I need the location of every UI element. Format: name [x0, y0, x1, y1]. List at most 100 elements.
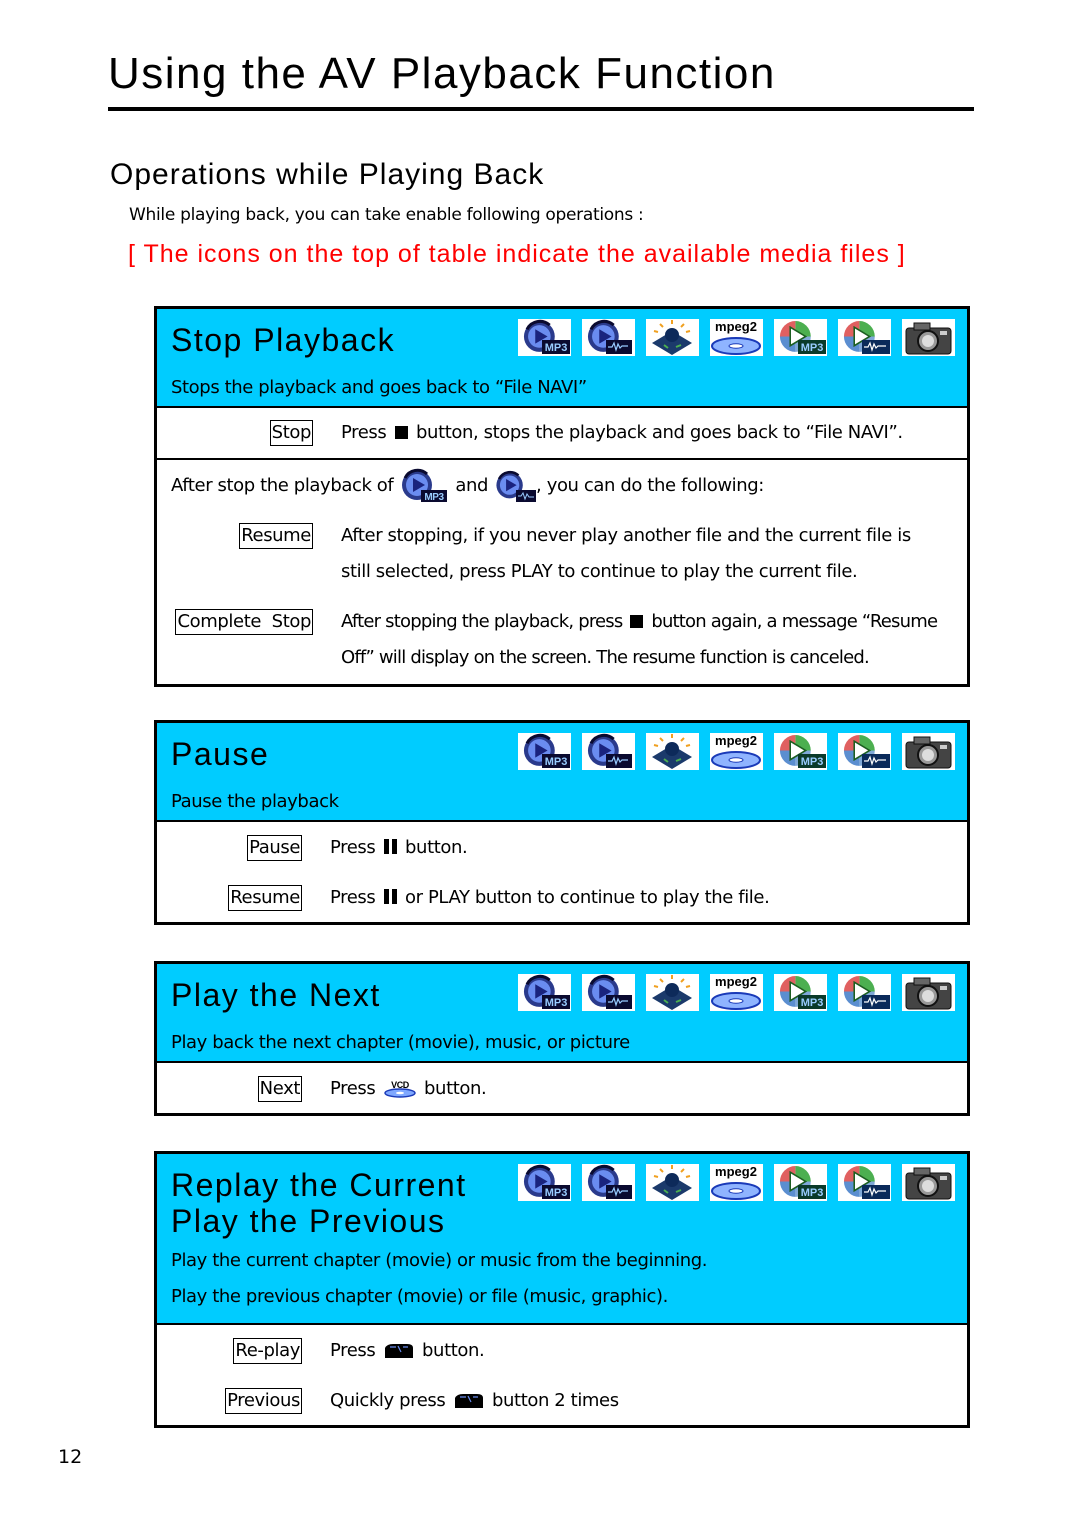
- intro-text: While playing back, you can take enable …: [129, 205, 644, 225]
- replay-row: Re-play Press button.: [157, 1333, 967, 1369]
- wave-music-icon: [582, 319, 635, 356]
- picture-icon: [646, 733, 699, 770]
- replay-key: Re-play: [233, 1338, 302, 1364]
- previous-row: Previous Quickly press button 2 times: [157, 1383, 967, 1419]
- mp3-music-icon: MP3: [518, 733, 571, 770]
- pause-body: Pause Press button. Resume Press or PLAY…: [157, 822, 967, 922]
- picture-icon: [646, 974, 699, 1011]
- camera-icon: [902, 1164, 955, 1201]
- stop-playback-description: Stops the playback and goes back to “Fil…: [171, 377, 587, 398]
- mp3-video-icon: MP3: [774, 319, 827, 356]
- replay-press-text: Press: [330, 1340, 376, 1361]
- svg-text:MP3: MP3: [801, 1187, 824, 1199]
- pause-button-text: button.: [405, 837, 468, 858]
- complete-stop-key: Complete Stop: [175, 609, 313, 635]
- play-next-body: Next Press VCD button.: [157, 1063, 967, 1113]
- next-press-text: Press: [330, 1078, 376, 1099]
- picture-icon: [646, 1164, 699, 1201]
- pause-key: Pause: [247, 835, 302, 861]
- previous-press-text: Quickly press: [330, 1390, 446, 1411]
- page-title: Using the AV Playback Function: [108, 49, 776, 98]
- replay-previous-table: Replay the Current Play the Previous Pla…: [154, 1151, 970, 1428]
- svg-text:MP3: MP3: [545, 1187, 568, 1199]
- mp3-video-icon: MP3: [774, 1164, 827, 1201]
- previous-key: Previous: [225, 1388, 302, 1414]
- pause-header: Pause Pause the playback MP3 mpeg2 MP3: [157, 723, 967, 822]
- resume-description: or PLAY button to continue to play the f…: [405, 887, 770, 908]
- replay-previous-header: Replay the Current Play the Previous Pla…: [157, 1154, 967, 1325]
- picture-icon: [646, 319, 699, 356]
- stop-playback-table: Stop Playback Stops the playback and goe…: [154, 306, 970, 687]
- wave-video-icon: [838, 733, 891, 770]
- after-stop-following: , you can do the following:: [536, 475, 764, 496]
- resume-key: Resume: [239, 523, 313, 549]
- svg-text:mpeg2: mpeg2: [715, 319, 757, 334]
- previous-button-icon: [384, 1344, 413, 1358]
- previous-button-icon: [454, 1394, 483, 1408]
- svg-text:mpeg2: mpeg2: [715, 1164, 757, 1179]
- mp3-video-icon: MP3: [774, 733, 827, 770]
- media-icons: MP3 mpeg2 MP3: [518, 974, 955, 1011]
- pause-button-icon: [383, 889, 397, 904]
- complete-stop-text: After stopping the playback, press: [341, 611, 623, 632]
- pause-resume-row: Resume Press or PLAY button to continue …: [157, 880, 967, 916]
- svg-text:MP3: MP3: [545, 342, 568, 354]
- stop-button-icon: [630, 615, 644, 628]
- previous-title: Play the Previous: [171, 1203, 446, 1239]
- media-icons: MP3 mpeg2 MP3: [518, 1164, 955, 1201]
- wave-music-icon: [582, 1164, 635, 1201]
- stop-key: Stop: [269, 420, 313, 446]
- replay-previous-body: Re-play Press button. Previous Quickly p…: [157, 1325, 967, 1425]
- pause-description: Pause the playback: [171, 791, 339, 812]
- svg-text:MP3: MP3: [801, 756, 824, 768]
- stop-row: Stop Press button, stops the playback an…: [157, 408, 967, 460]
- next-row: Next Press VCD button.: [157, 1071, 967, 1107]
- next-key: Next: [257, 1076, 302, 1102]
- replay-description: Play the current chapter (movie) or musi…: [171, 1250, 708, 1271]
- after-stop-text: After stop the playback of: [171, 475, 394, 496]
- resume-key: Resume: [228, 885, 302, 911]
- previous-button-text: button 2 times: [492, 1390, 619, 1411]
- svg-text:MP3: MP3: [801, 342, 824, 354]
- wave-video-icon: [838, 1164, 891, 1201]
- wave-video-icon: [838, 974, 891, 1011]
- stop-description: button, stops the playback and goes back…: [416, 422, 903, 443]
- stop-playback-header: Stop Playback Stops the playback and goe…: [157, 309, 967, 408]
- wave-music-icon: [582, 974, 635, 1011]
- mpeg2-disc-icon: mpeg2: [710, 1164, 763, 1201]
- resume-press-text: Press: [330, 887, 376, 908]
- pause-press-text: Press: [330, 837, 376, 858]
- wave-music-icon: [582, 733, 635, 770]
- svg-text:mpeg2: mpeg2: [715, 733, 757, 748]
- svg-text:MP3: MP3: [545, 756, 568, 768]
- play-next-description: Play back the next chapter (movie), musi…: [171, 1032, 630, 1053]
- mp3-video-icon: MP3: [774, 974, 827, 1011]
- complete-stop-line-2: Off” will display on the screen. The res…: [341, 647, 870, 668]
- svg-text:MP3: MP3: [425, 492, 445, 503]
- resume-row: Resume After stopping, if you never play…: [157, 518, 967, 590]
- stop-press-text: Press: [341, 422, 387, 443]
- mpeg2-disc-icon: mpeg2: [710, 733, 763, 770]
- page-number: 12: [58, 1446, 83, 1468]
- camera-icon: [902, 974, 955, 1011]
- mp3-music-icon: MP3: [518, 1164, 571, 1201]
- pause-button-icon: [383, 839, 397, 854]
- pause-table: Pause Pause the playback MP3 mpeg2 MP3 Pau…: [154, 720, 970, 925]
- title-rule: [108, 107, 974, 111]
- mpeg2-disc-icon: mpeg2: [710, 319, 763, 356]
- play-next-header: Play the Next Play back the next chapter…: [157, 964, 967, 1063]
- after-stop-section: After stop the playback of MP3 and , you…: [157, 460, 967, 684]
- resume-line-1: After stopping, if you never play anothe…: [341, 525, 911, 546]
- section-title: Operations while Playing Back: [110, 158, 545, 191]
- media-icons: MP3 mpeg2 MP3: [518, 733, 955, 770]
- next-button-text: button.: [424, 1078, 487, 1099]
- media-icons: MP3 mpeg2 MP3: [518, 319, 955, 356]
- vcd-next-button-icon: VCD: [383, 1080, 416, 1098]
- mpeg2-disc-icon: mpeg2: [710, 974, 763, 1011]
- svg-text:MP3: MP3: [801, 997, 824, 1009]
- after-stop-intro: After stop the playback of MP3 and , you…: [157, 468, 967, 504]
- wave-video-icon: [838, 319, 891, 356]
- play-next-table: Play the Next Play back the next chapter…: [154, 961, 970, 1116]
- stop-button-icon: [394, 426, 408, 439]
- camera-icon: [902, 733, 955, 770]
